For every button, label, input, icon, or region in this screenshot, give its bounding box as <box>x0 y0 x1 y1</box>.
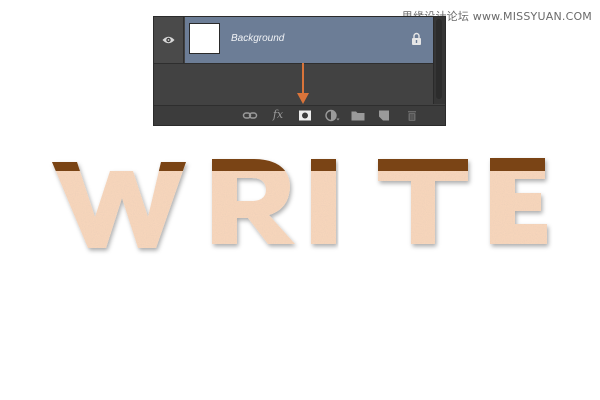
canvas: 思缘设计论坛 www.MISSYUAN.COM Background fx <box>0 0 600 400</box>
letter-t <box>378 159 468 244</box>
letter-w <box>52 162 186 248</box>
letter-e <box>490 158 547 244</box>
letter-i <box>311 159 336 244</box>
write-artwork <box>52 158 547 248</box>
letter-r <box>212 159 295 244</box>
